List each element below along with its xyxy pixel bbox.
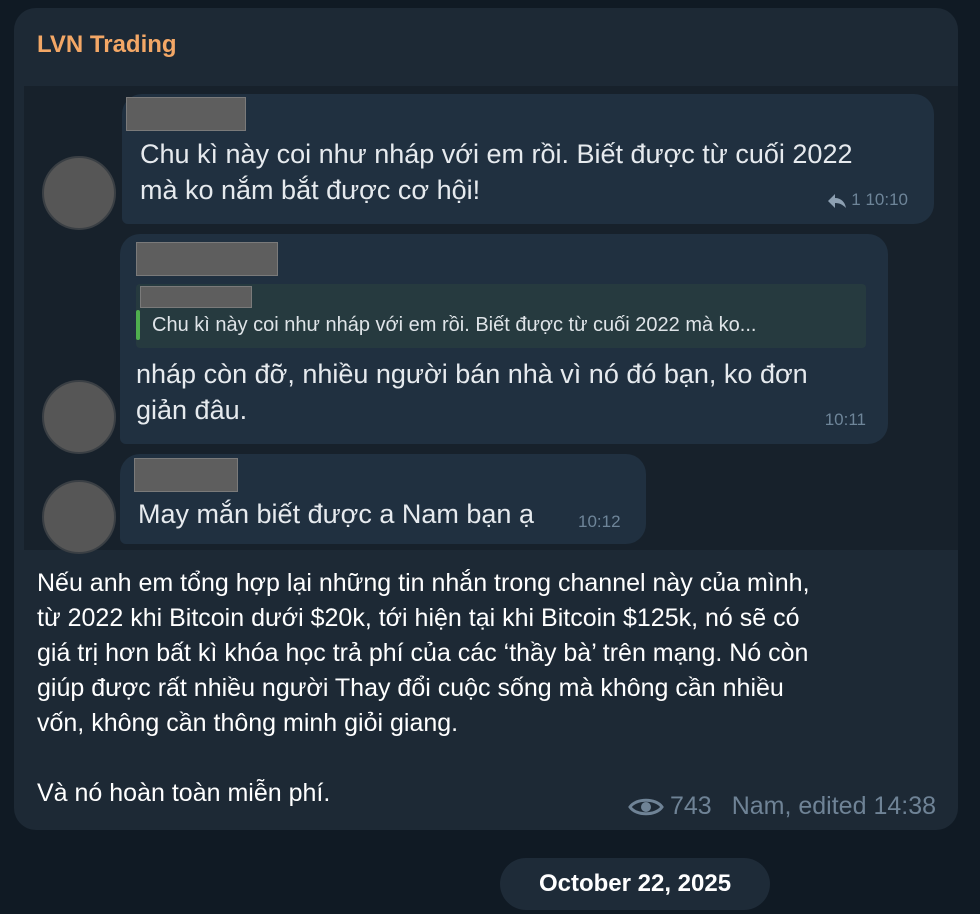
message-bubble: Chu kì này coi như nháp với em rồi. Biết… xyxy=(120,234,888,444)
redacted-quote-author xyxy=(140,286,252,308)
channel-name[interactable]: LVN Trading xyxy=(37,31,177,59)
avatar xyxy=(42,480,116,554)
post-text-line: giúp được rất nhiều người Thay đổi cuộc … xyxy=(37,674,784,702)
avatar xyxy=(42,380,116,454)
eye-icon xyxy=(628,798,664,815)
message-time: 10:12 xyxy=(578,512,621,531)
quoted-message[interactable]: Chu kì này coi như nháp với em rồi. Biết… xyxy=(136,284,866,348)
message-text-line: mà ko nắm bắt được cơ hội! xyxy=(140,175,481,205)
message-bubble: May mắn biết được a Nam bạn ạ 10:12 xyxy=(120,454,646,544)
post-text-line: giá trị hơn bất kì khóa học trả phí của … xyxy=(37,639,809,667)
author-edited-time: Nam, edited 14:38 xyxy=(731,792,936,820)
message-text-line: giản đâu. xyxy=(136,395,248,425)
message-text-line: May mắn biết được a Nam bạn ạ xyxy=(138,499,534,529)
message-text-line: nháp còn đỡ, nhiều người bán nhà vì nó đ… xyxy=(136,359,808,389)
quoted-text: Chu kì này coi như nháp với em rồi. Biết… xyxy=(152,314,757,336)
redacted-sender-name xyxy=(134,458,238,492)
message-time: 10:10 xyxy=(865,190,908,209)
post-text: Nếu anh em tổng hợp lại những tin nhắn t… xyxy=(37,566,937,811)
post-meta: 743 Nam, edited 14:38 xyxy=(628,792,936,821)
reply-arrow-icon xyxy=(827,193,846,208)
message-text-line: Chu kì này coi như nháp với em rồi. Biết… xyxy=(140,139,853,169)
post-text-line: Nếu anh em tổng hợp lại những tin nhắn t… xyxy=(37,569,810,597)
view-count: 743 xyxy=(669,792,712,820)
message-bubble: Chu kì này coi như nháp với em rồi. Biết… xyxy=(122,94,934,224)
quote-accent-bar xyxy=(136,310,140,340)
redacted-sender-name xyxy=(136,242,278,276)
redacted-sender-name xyxy=(126,97,246,131)
post-text-line: từ 2022 khi Bitcoin dưới $20k, tới hiện … xyxy=(37,604,800,632)
post-text-line: vốn, không cần thông minh giỏi giang. xyxy=(37,709,459,737)
reply-count: 1 xyxy=(851,190,861,209)
date-separator: October 22, 2025 xyxy=(500,858,770,910)
message-meta: 1 10:10 xyxy=(827,190,908,210)
avatar xyxy=(42,156,116,230)
message-time: 10:11 xyxy=(824,410,866,429)
embedded-chat-screenshot: Chu kì này coi như nháp với em rồi. Biết… xyxy=(24,86,958,554)
